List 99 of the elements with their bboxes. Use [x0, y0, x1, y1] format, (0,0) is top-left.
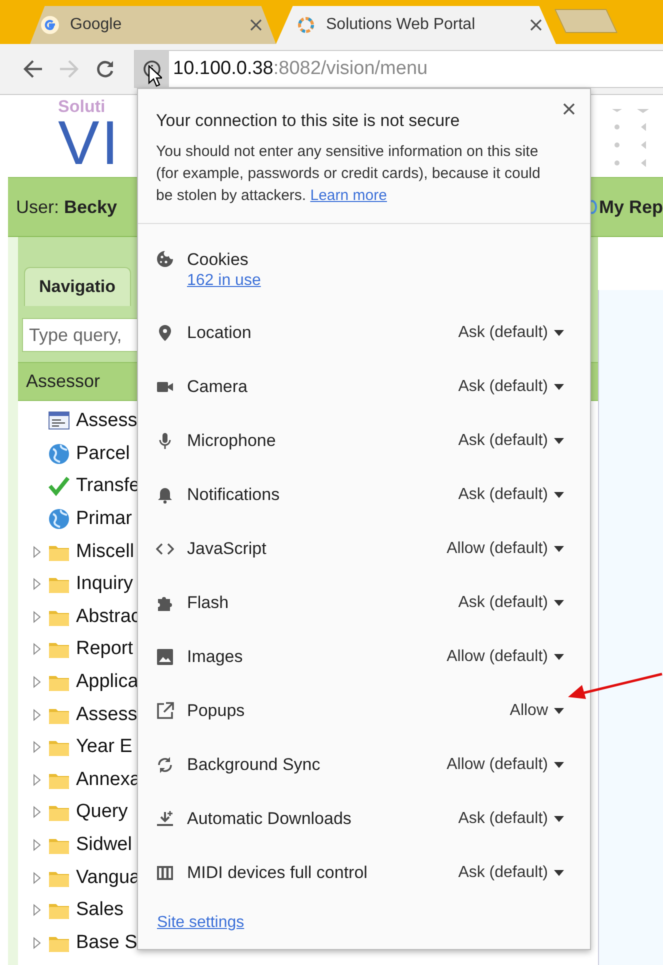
site-settings-link[interactable]: Site settings — [157, 914, 244, 932]
browser-tab[interactable]: Solutions Web Portal — [276, 6, 556, 44]
form-icon — [48, 410, 70, 432]
expand-triangle-icon[interactable] — [32, 546, 42, 558]
permission-label: MIDI devices full control — [187, 863, 368, 883]
tree-item[interactable]: Assess — [76, 704, 138, 726]
caret-icon — [554, 600, 564, 606]
globe-icon — [48, 508, 70, 530]
reports-link[interactable]: My Rep — [598, 196, 663, 218]
learn-more-link[interactable]: Learn more — [310, 187, 387, 204]
permission-dropdown[interactable]: Ask (default) — [458, 864, 564, 882]
download-icon — [156, 810, 174, 828]
tree-item[interactable]: Report — [76, 638, 134, 660]
expand-triangle-icon[interactable] — [32, 904, 42, 916]
logo-text: Soluti — [58, 98, 106, 114]
warning-message: You should not enter any sensitive information on this site (for example, passwords or credit cards), because it could be stolen by attackers. Learn more — [156, 142, 542, 206]
permission-label: Microphone — [187, 431, 277, 451]
tree-item[interactable]: Sales — [76, 899, 124, 922]
expand-triangle-icon[interactable] — [32, 872, 42, 884]
close-icon[interactable] — [530, 19, 542, 31]
caret-icon — [554, 330, 564, 336]
external-link-icon — [156, 702, 174, 720]
expand-triangle-icon[interactable] — [32, 643, 42, 656]
tree-item[interactable]: Abstrac — [76, 606, 140, 628]
permission-dropdown[interactable]: Allow (default) — [446, 540, 564, 558]
navigation-tab[interactable]: Navigatio — [24, 267, 131, 306]
browser-tab[interactable]: Google — [30, 6, 276, 44]
url-text: 10.100.0.38:8082/vision/menu — [173, 58, 428, 80]
permission-label: Popups — [187, 701, 246, 721]
caret-icon — [554, 492, 564, 498]
close-icon[interactable] — [250, 19, 262, 31]
tree-item[interactable]: Applica — [76, 671, 138, 694]
permission-dropdown[interactable]: Ask (default) — [458, 810, 564, 828]
tree-item[interactable]: Inquiry — [76, 573, 134, 596]
permission-dropdown[interactable]: Ask (default) — [458, 432, 564, 450]
piano-keys-icon — [156, 864, 174, 882]
caret-icon — [554, 708, 564, 714]
g-logo-icon — [40, 15, 60, 35]
expand-triangle-icon[interactable] — [32, 741, 42, 754]
address-bar[interactable]: 10.100.0.38:8082/vision/menu — [134, 50, 663, 88]
globe-icon — [48, 442, 70, 465]
expand-triangle-icon[interactable] — [32, 936, 42, 949]
permission-label: JavaScript — [187, 539, 268, 559]
back-icon[interactable] — [22, 58, 44, 80]
caret-icon — [554, 546, 564, 552]
caret-icon — [554, 384, 564, 390]
permission-dropdown[interactable]: Ask (default) — [458, 486, 564, 504]
image-icon — [156, 648, 174, 666]
permission-label: Camera — [187, 377, 248, 397]
bell-icon — [156, 486, 174, 504]
permission-label: Notifications — [187, 485, 281, 505]
expand-triangle-icon[interactable] — [32, 806, 42, 818]
puzzle-piece-icon — [156, 594, 174, 612]
permission-dropdown[interactable]: Allow — [510, 702, 564, 720]
caret-icon — [554, 438, 564, 444]
tree-item[interactable]: Parcel — [76, 442, 130, 465]
tree-item[interactable]: Primar — [76, 508, 132, 530]
checkmark-icon — [48, 475, 70, 498]
caret-icon — [554, 816, 564, 822]
cookie-icon — [156, 250, 174, 268]
tree-item[interactable]: Miscell — [76, 540, 134, 563]
tree-item[interactable]: Year E — [76, 736, 132, 758]
tab-title: Google — [70, 16, 123, 34]
expand-triangle-icon[interactable] — [32, 610, 42, 623]
caret-icon — [554, 870, 564, 876]
expand-triangle-icon[interactable] — [32, 676, 42, 688]
user-label: User: Becky — [16, 196, 118, 218]
permission-label: Cookies — [187, 250, 250, 270]
popup-title: Your connection to this site is not secure — [156, 111, 461, 131]
permission-label: Background Sync — [187, 755, 322, 775]
permission-dropdown[interactable]: Allow (default) — [446, 648, 564, 666]
permission-label: Images — [187, 647, 244, 667]
permission-label: Flash — [187, 593, 230, 613]
cookies-in-use-link[interactable]: 162 in use — [187, 272, 261, 290]
colorful-ring-icon — [296, 15, 316, 35]
tree-item[interactable]: Base S — [76, 932, 138, 954]
tree-item[interactable]: Query — [76, 801, 128, 824]
expand-triangle-icon[interactable] — [32, 578, 42, 590]
location-pin-icon — [156, 324, 174, 342]
permission-dropdown[interactable]: Ask (default) — [458, 324, 564, 342]
close-icon[interactable] — [563, 103, 575, 115]
permission-label: Automatic Downloads — [187, 809, 352, 829]
reload-icon[interactable] — [94, 58, 116, 80]
caret-icon — [554, 762, 564, 768]
sync-arrows-icon — [156, 756, 174, 774]
site-info-button[interactable] — [135, 51, 169, 87]
permission-dropdown[interactable]: Ask (default) — [458, 594, 564, 612]
tree-item[interactable]: Transfe — [76, 475, 140, 498]
expand-triangle-icon[interactable] — [32, 774, 42, 786]
caret-icon — [554, 654, 564, 660]
tree-item[interactable]: Assess — [76, 410, 138, 432]
permission-dropdown[interactable]: Ask (default) — [458, 378, 564, 396]
permission-dropdown[interactable]: Allow (default) — [446, 756, 564, 774]
tab-title: Solutions Web Portal — [326, 16, 476, 34]
logo-text: VI — [58, 112, 121, 174]
expand-triangle-icon[interactable] — [32, 708, 42, 721]
permission-label: Location — [187, 323, 252, 343]
expand-triangle-icon[interactable] — [32, 839, 42, 852]
tree-item[interactable]: Sidwel — [76, 834, 132, 856]
